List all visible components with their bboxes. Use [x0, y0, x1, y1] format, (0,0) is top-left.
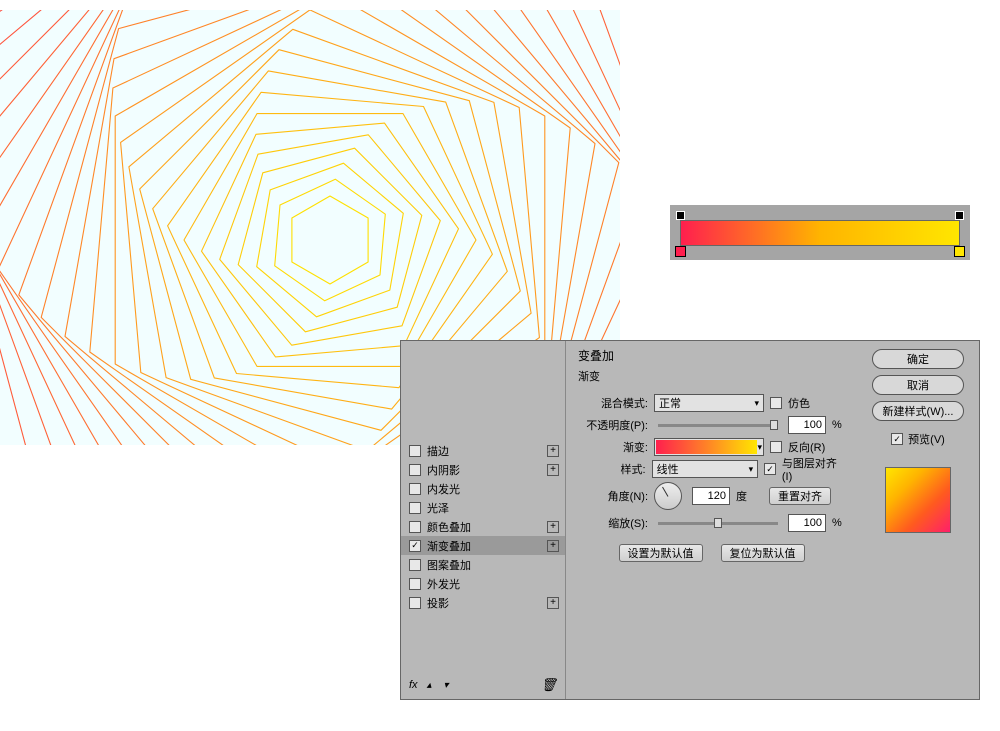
angle-input[interactable]: 120 [692, 487, 730, 505]
ok-button[interactable]: 确定 [872, 349, 964, 369]
trash-icon[interactable]: 🗑 [540, 677, 557, 693]
opacity-stop-left[interactable] [676, 211, 685, 220]
scale-label: 缩放(S): [578, 515, 648, 531]
row-scale: 缩放(S): 100 % [578, 512, 845, 534]
add-effect-icon[interactable]: + [547, 521, 559, 533]
gradient-overlay-settings: 变叠加 渐变 混合模式: 正常▾ 仿色 不透明度(P): 100 % 渐变: ▾… [566, 341, 857, 699]
reset-align-button[interactable]: 重置对齐 [769, 487, 831, 505]
make-default-button[interactable]: 设置为默认值 [619, 544, 703, 562]
add-effect-icon[interactable]: + [547, 540, 559, 552]
effect-row-4[interactable]: 颜色叠加 + [401, 517, 565, 536]
effect-label: 图案叠加 [427, 557, 471, 573]
effect-label: 颜色叠加 [427, 519, 471, 535]
effect-row-2[interactable]: 内发光 [401, 479, 565, 498]
preview-checkbox[interactable] [891, 433, 903, 445]
row-blend-mode: 混合模式: 正常▾ 仿色 [578, 392, 845, 414]
angle-dial[interactable] [654, 482, 682, 510]
dither-checkbox[interactable] [770, 397, 782, 409]
effects-list: 描边 + 内阴影 + 内发光光泽颜色叠加 + ✓ 渐变叠加 + 图案叠加外发光投影 + fx ▴ ▾… [401, 341, 566, 699]
blend-mode-label: 混合模式: [578, 395, 648, 411]
effect-checkbox[interactable] [409, 578, 421, 590]
add-effect-icon[interactable]: + [547, 464, 559, 476]
opacity-unit: % [832, 419, 842, 431]
effect-label: 渐变叠加 [427, 538, 471, 554]
effect-checkbox[interactable]: ✓ [409, 540, 421, 552]
effect-checkbox[interactable] [409, 559, 421, 571]
effect-checkbox[interactable] [409, 445, 421, 457]
gradient-editor[interactable] [670, 205, 970, 260]
style-label: 样式: [578, 461, 646, 477]
reset-default-button[interactable]: 复位为默认值 [721, 544, 805, 562]
cancel-button[interactable]: 取消 [872, 375, 964, 395]
effect-checkbox[interactable] [409, 483, 421, 495]
dialog-buttons: 确定 取消 新建样式(W)... 预览(V) [857, 341, 979, 699]
effect-label: 光泽 [427, 500, 449, 516]
color-stop-right[interactable] [954, 246, 965, 257]
section-subtitle: 渐变 [578, 368, 845, 384]
opacity-input[interactable]: 100 [788, 416, 826, 434]
scale-unit: % [832, 517, 842, 529]
effects-footer: fx ▴ ▾ 🗑 [401, 671, 565, 699]
effect-checkbox[interactable] [409, 464, 421, 476]
effect-label: 外发光 [427, 576, 460, 592]
effect-row-7[interactable]: 外发光 [401, 574, 565, 593]
opacity-stop-right[interactable] [955, 211, 964, 220]
style-select[interactable]: 线性▾ [652, 460, 759, 478]
effect-checkbox[interactable] [409, 597, 421, 609]
reverse-checkbox[interactable] [770, 441, 782, 453]
effect-label: 内阴影 [427, 462, 460, 478]
section-title: 变叠加 [578, 347, 845, 364]
preview-swatch [885, 467, 951, 533]
effect-row-6[interactable]: 图案叠加 [401, 555, 565, 574]
row-opacity: 不透明度(P): 100 % [578, 414, 845, 436]
layer-style-dialog: 描边 + 内阴影 + 内发光光泽颜色叠加 + ✓ 渐变叠加 + 图案叠加外发光投影 + fx ▴ ▾… [400, 340, 980, 700]
effect-label: 投影 [427, 595, 449, 611]
fx-label: fx [409, 679, 418, 691]
effect-row-1[interactable]: 内阴影 + [401, 460, 565, 479]
arrow-up-icon[interactable]: ▴ [424, 680, 435, 691]
add-effect-icon[interactable]: + [547, 597, 559, 609]
scale-slider[interactable] [658, 522, 778, 525]
dither-label: 仿色 [788, 395, 810, 411]
gradient-label: 渐变: [578, 439, 648, 455]
new-style-button[interactable]: 新建样式(W)... [872, 401, 964, 421]
blend-mode-select[interactable]: 正常▾ [654, 394, 764, 412]
angle-unit: 度 [736, 488, 747, 504]
effect-row-5[interactable]: ✓ 渐变叠加 + [401, 536, 565, 555]
effect-checkbox[interactable] [409, 502, 421, 514]
gradient-picker[interactable]: ▾ [654, 438, 764, 456]
row-angle: 角度(N): 120 度 重置对齐 [578, 480, 845, 512]
effect-row-3[interactable]: 光泽 [401, 498, 565, 517]
effect-label: 描边 [427, 443, 449, 459]
gradient-bar[interactable] [680, 220, 960, 246]
reverse-label: 反向(R) [788, 439, 825, 455]
arrow-down-icon[interactable]: ▾ [441, 680, 452, 691]
angle-label: 角度(N): [578, 488, 648, 504]
effect-checkbox[interactable] [409, 521, 421, 533]
effect-label: 内发光 [427, 481, 460, 497]
add-effect-icon[interactable]: + [547, 445, 559, 457]
opacity-slider[interactable] [658, 424, 778, 427]
scale-input[interactable]: 100 [788, 514, 826, 532]
align-label: 与图层对齐(I) [782, 455, 845, 483]
opacity-label: 不透明度(P): [578, 417, 648, 433]
row-style: 样式: 线性▾ 与图层对齐(I) [578, 458, 845, 480]
align-checkbox[interactable] [764, 463, 776, 475]
preview-label: 预览(V) [908, 431, 945, 447]
effect-row-0[interactable]: 描边 + [401, 441, 565, 460]
color-stop-left[interactable] [675, 246, 686, 257]
effect-row-8[interactable]: 投影 + [401, 593, 565, 612]
